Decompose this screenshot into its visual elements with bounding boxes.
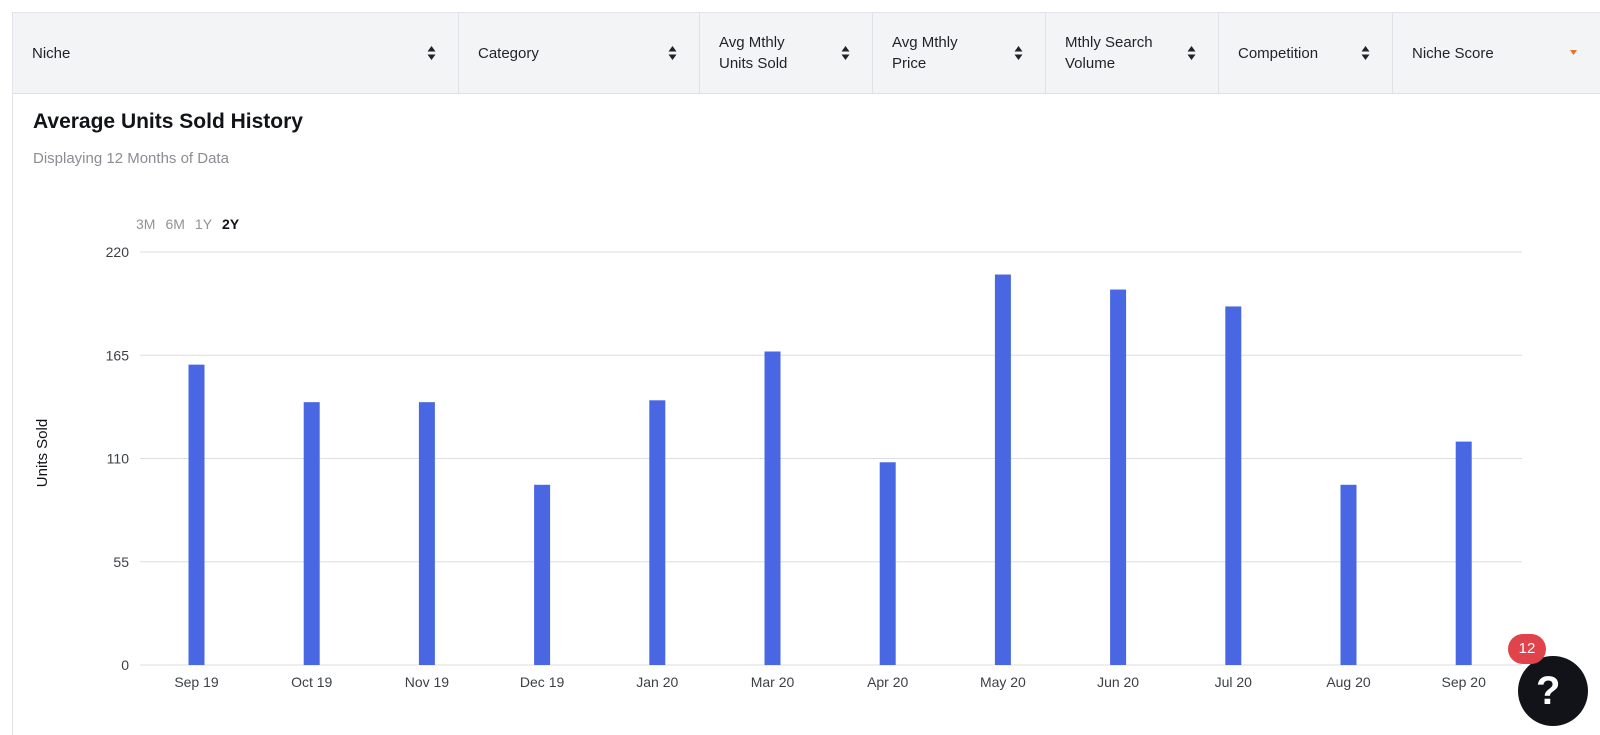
x-tick-label: Aug 20	[1326, 674, 1371, 690]
bar	[764, 351, 781, 665]
x-tick-label: Mar 20	[751, 674, 795, 690]
y-tick-label: 220	[106, 244, 130, 260]
bar	[1455, 441, 1472, 665]
bar	[879, 462, 896, 665]
x-tick-label: Oct 19	[291, 674, 332, 690]
x-tick-label: Sep 19	[174, 674, 219, 690]
units-sold-bar-chart: 0 55 110 165 220 Units Sold Sep 19 Oct 19 Nov 19…	[34, 244, 1522, 690]
x-tick-label: Dec 19	[520, 674, 565, 690]
y-tick-label: 165	[106, 347, 130, 363]
bar	[649, 400, 666, 665]
bar	[534, 484, 551, 665]
y-axis-label: Units Sold	[34, 419, 51, 487]
x-tick-label: Apr 20	[867, 674, 908, 690]
x-tick-label: Jun 20	[1097, 674, 1139, 690]
x-tick-label: Jul 20	[1215, 674, 1253, 690]
x-tick-label: Nov 19	[405, 674, 450, 690]
bar	[1340, 484, 1357, 665]
bar	[1225, 306, 1242, 665]
notification-badge[interactable]: 12	[1508, 634, 1546, 664]
y-tick-label: 55	[113, 554, 129, 570]
y-tick-label: 110	[107, 451, 130, 467]
bar	[1110, 289, 1127, 665]
x-tick-label: Jan 20	[636, 674, 678, 690]
x-tick-label: Sep 20	[1442, 674, 1487, 690]
bar	[188, 364, 205, 665]
x-tick-label: May 20	[980, 674, 1026, 690]
bar	[303, 402, 320, 665]
bar	[418, 402, 435, 665]
y-tick-label: 0	[121, 657, 129, 673]
help-chat-icon[interactable]: ?	[1518, 656, 1588, 726]
bar	[994, 274, 1011, 665]
